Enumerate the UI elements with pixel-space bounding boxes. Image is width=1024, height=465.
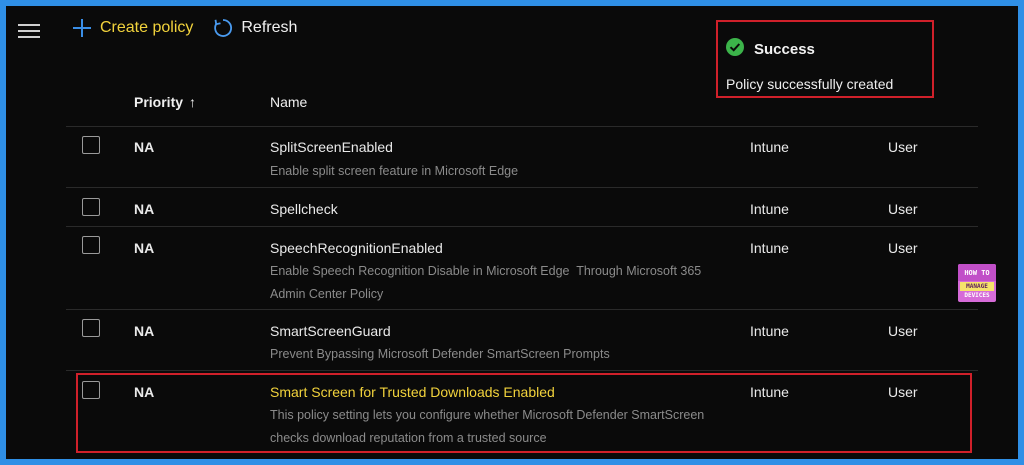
platform-cell: Intune: [750, 201, 789, 217]
policy-name[interactable]: SplitScreenEnabled: [270, 139, 393, 155]
row-checkbox[interactable]: [82, 198, 100, 216]
row-checkbox[interactable]: [82, 381, 100, 399]
target-cell: User: [888, 240, 918, 256]
refresh-label: Refresh: [241, 19, 298, 36]
table-row[interactable]: NA SpeechRecognitionEnabled Enable Speec…: [66, 227, 978, 309]
policy-name[interactable]: SpeechRecognitionEnabled: [270, 240, 443, 256]
description-line: Enable Speech Recognition Disable in Mic…: [270, 264, 702, 278]
platform-cell: Intune: [750, 240, 789, 256]
priority-cell: NA: [134, 384, 155, 400]
priority-header-label: Priority: [134, 94, 184, 110]
row-checkbox[interactable]: [82, 319, 100, 337]
priority-cell: NA: [134, 240, 155, 256]
policy-name[interactable]: SmartScreenGuard: [270, 323, 391, 339]
sort-ascending-icon: ↑: [189, 94, 197, 110]
platform-cell: Intune: [750, 139, 789, 155]
row-checkbox[interactable]: [82, 236, 100, 254]
platform-cell: Intune: [750, 323, 789, 339]
description-line: Admin Center Policy: [270, 287, 384, 301]
platform-cell: Intune: [750, 384, 789, 400]
target-cell: User: [888, 384, 918, 400]
policy-list-window: Create policy Refresh Success Policy suc…: [6, 6, 1018, 459]
toolbar: Create policy Refresh: [72, 18, 317, 38]
description-line: checks download reputation from a truste…: [270, 431, 547, 445]
table-row[interactable]: NA SmartScreenGuard Prevent Bypassing Mi…: [66, 310, 978, 370]
description-line: Enable split screen feature in Microsoft…: [270, 164, 519, 178]
create-policy-label: Create policy: [100, 19, 194, 36]
notification-message: Policy successfully created: [726, 76, 894, 92]
success-check-icon: [726, 38, 744, 61]
table-row[interactable]: NA SplitScreenEnabled Enable split scree…: [66, 127, 978, 187]
logo-text: DEVICES: [964, 292, 990, 299]
policy-description: Prevent Bypassing Microsoft Defender Sma…: [270, 343, 740, 366]
notification-title: Success: [754, 41, 815, 58]
description-line: This policy setting lets you configure w…: [270, 408, 705, 422]
policy-description: This policy setting lets you configure w…: [270, 404, 740, 450]
create-policy-button[interactable]: Create policy: [72, 18, 193, 38]
target-cell: User: [888, 323, 918, 339]
policy-name-link[interactable]: Smart Screen for Trusted Downloads Enabl…: [270, 384, 555, 400]
policy-name[interactable]: Spellcheck: [270, 201, 338, 217]
column-header-priority[interactable]: Priority ↑: [134, 94, 196, 110]
priority-cell: NA: [134, 323, 155, 339]
hamburger-menu-icon[interactable]: [18, 24, 40, 40]
table-row[interactable]: NA Spellcheck Intune User: [66, 188, 978, 226]
column-header-name[interactable]: Name: [270, 94, 307, 110]
row-checkbox[interactable]: [82, 136, 100, 154]
policy-description: Enable split screen feature in Microsoft…: [270, 160, 740, 183]
table-row-highlighted[interactable]: NA Smart Screen for Trusted Downloads En…: [66, 371, 978, 453]
logo-text: HOW TO: [964, 269, 990, 277]
target-cell: User: [888, 139, 918, 155]
plus-icon: [72, 18, 92, 38]
policy-description: Enable Speech Recognition Disable in Mic…: [270, 260, 740, 306]
target-cell: User: [888, 201, 918, 217]
refresh-icon: [213, 18, 233, 38]
refresh-button[interactable]: Refresh: [213, 18, 297, 38]
watermark-logo: HOW TO MANAGE DEVICES: [958, 264, 996, 302]
priority-cell: NA: [134, 201, 155, 217]
success-notification: Success Policy successfully created: [716, 20, 934, 98]
priority-cell: NA: [134, 139, 155, 155]
description-line: Prevent Bypassing Microsoft Defender Sma…: [270, 347, 610, 361]
logo-text: MANAGE: [960, 282, 994, 291]
